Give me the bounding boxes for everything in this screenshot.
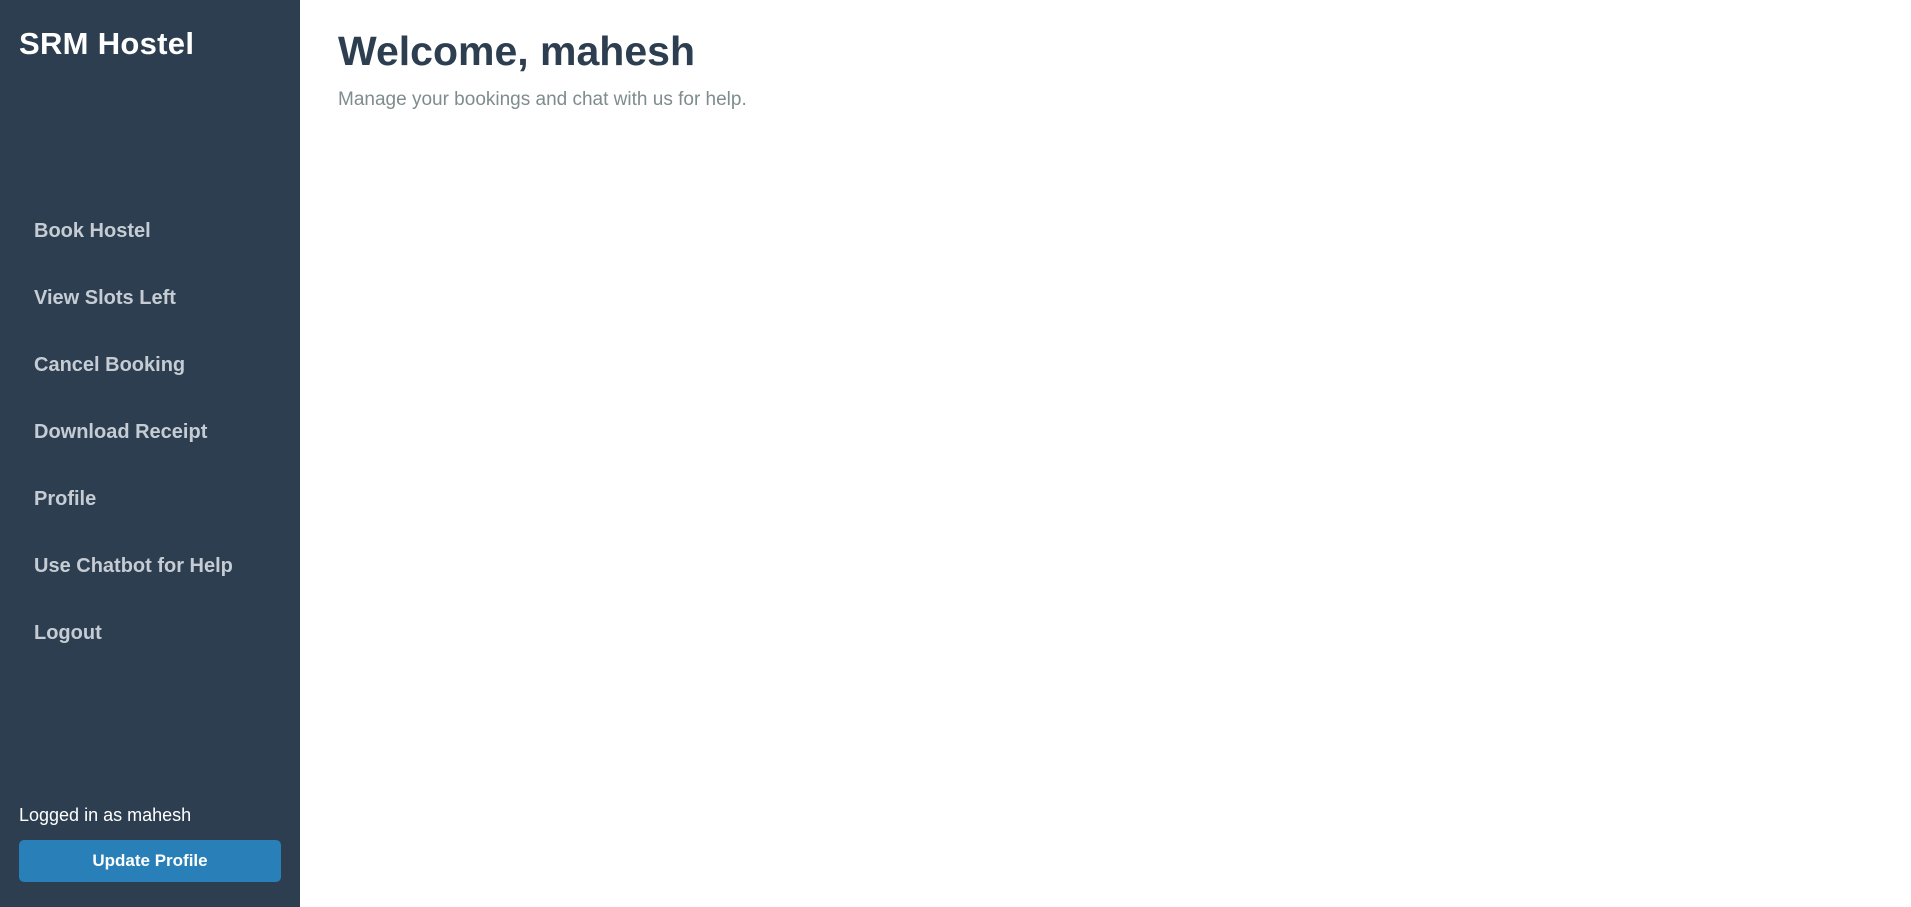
main-content: Welcome, mahesh Manage your bookings and… xyxy=(300,0,1911,907)
sidebar-item-chatbot-help[interactable]: Use Chatbot for Help xyxy=(0,543,300,610)
sidebar-footer: Logged in as mahesh Update Profile xyxy=(19,804,281,882)
page-subtitle: Manage your bookings and chat with us fo… xyxy=(338,89,747,110)
sidebar: SRM Hostel Book Hostel View Slots Left C… xyxy=(0,0,300,907)
page-title: Welcome, mahesh xyxy=(338,28,695,74)
sidebar-item-download-receipt[interactable]: Download Receipt xyxy=(0,409,300,476)
update-profile-button[interactable]: Update Profile xyxy=(19,840,281,882)
sidebar-item-cancel-booking[interactable]: Cancel Booking xyxy=(0,342,300,409)
sidebar-item-book-hostel[interactable]: Book Hostel xyxy=(0,208,300,275)
sidebar-nav: Book Hostel View Slots Left Cancel Booki… xyxy=(0,208,300,677)
sidebar-item-logout[interactable]: Logout xyxy=(0,610,300,677)
sidebar-item-profile[interactable]: Profile xyxy=(0,476,300,543)
logged-in-status: Logged in as mahesh xyxy=(19,805,192,825)
brand-logo-text: SRM Hostel xyxy=(19,26,195,61)
sidebar-item-view-slots-left[interactable]: View Slots Left xyxy=(0,275,300,342)
app-root: SRM Hostel Book Hostel View Slots Left C… xyxy=(0,0,1911,907)
